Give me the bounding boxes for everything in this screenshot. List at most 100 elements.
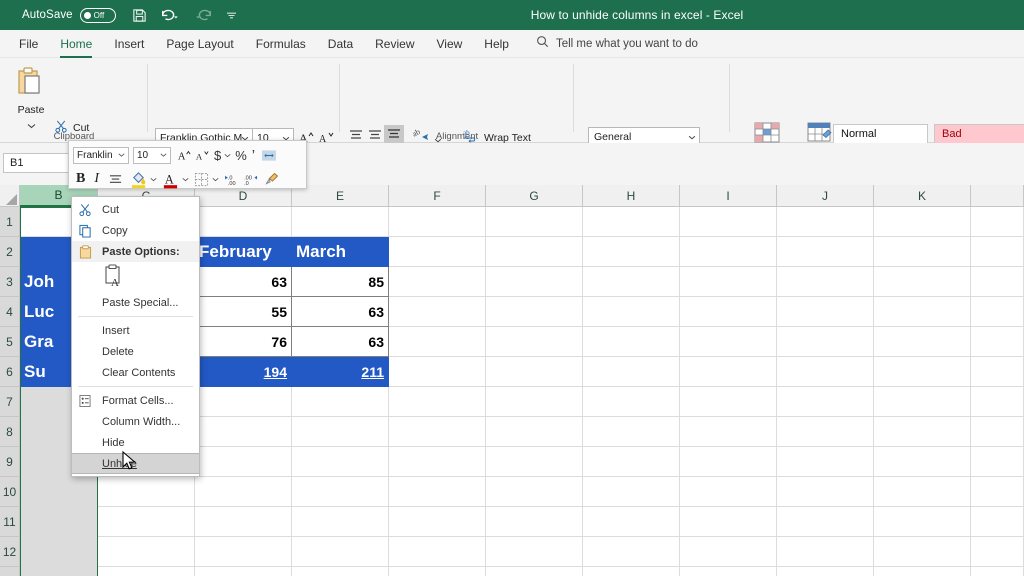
tab-formulas[interactable]: Formulas — [245, 33, 317, 55]
customize-qat-icon[interactable] — [226, 11, 237, 20]
cell-J9[interactable] — [777, 447, 874, 477]
cell-C11[interactable] — [98, 507, 195, 537]
cell-J7[interactable] — [777, 387, 874, 417]
cell-style-normal[interactable]: Normal — [833, 124, 928, 144]
cell-G5[interactable] — [486, 327, 583, 357]
cell-F6[interactable] — [389, 357, 486, 387]
cell-G1[interactable] — [486, 207, 583, 237]
cell-K4[interactable] — [874, 297, 971, 327]
row-header-4[interactable]: 4 — [0, 297, 20, 327]
cell-F12[interactable] — [389, 537, 486, 567]
cell-L9[interactable] — [971, 447, 1024, 477]
cell-B10[interactable] — [20, 477, 98, 507]
cell-D7[interactable] — [195, 387, 292, 417]
chevron-down-icon[interactable] — [182, 177, 189, 182]
tab-insert[interactable]: Insert — [103, 33, 155, 55]
context-menu-item-hide[interactable]: Hide — [72, 432, 199, 453]
cell-H10[interactable] — [583, 477, 680, 507]
cell-F5[interactable] — [389, 327, 486, 357]
context-menu-item-paste-special[interactable]: Paste Special... — [72, 292, 199, 313]
cell-K5[interactable] — [874, 327, 971, 357]
italic-icon[interactable]: I — [94, 171, 99, 187]
percent-icon[interactable]: % — [235, 148, 247, 163]
cell-H1[interactable] — [583, 207, 680, 237]
tab-view[interactable]: View — [426, 33, 474, 55]
cell-E9[interactable] — [292, 447, 389, 477]
row-header-7[interactable]: 7 — [0, 387, 20, 417]
cell-I13[interactable] — [680, 567, 777, 576]
chevron-down-icon[interactable] — [224, 153, 231, 158]
cell-I2[interactable] — [680, 237, 777, 267]
paste-button[interactable]: Paste — [8, 66, 54, 134]
cell-L1[interactable] — [971, 207, 1024, 237]
shrink-font-icon[interactable]: A — [194, 148, 210, 162]
cell-H2[interactable] — [583, 237, 680, 267]
cell-I6[interactable] — [680, 357, 777, 387]
row-header-12[interactable]: 12 — [0, 537, 20, 567]
cell-K13[interactable] — [874, 567, 971, 576]
cell-E7[interactable] — [292, 387, 389, 417]
cell-L12[interactable] — [971, 537, 1024, 567]
cell-L5[interactable] — [971, 327, 1024, 357]
currency-icon[interactable]: $ — [214, 148, 221, 163]
column-header-H[interactable]: H — [583, 185, 680, 207]
cell-F3[interactable] — [389, 267, 486, 297]
cell-B12[interactable] — [20, 537, 98, 567]
cell-L10[interactable] — [971, 477, 1024, 507]
cell-E5[interactable]: 63 — [292, 327, 389, 357]
cell-F9[interactable] — [389, 447, 486, 477]
cell-J12[interactable] — [777, 537, 874, 567]
cell-I8[interactable] — [680, 417, 777, 447]
cell-D2[interactable]: February — [195, 237, 292, 267]
cell-L3[interactable] — [971, 267, 1024, 297]
cell-K11[interactable] — [874, 507, 971, 537]
context-menu-item-delete[interactable]: Delete — [72, 341, 199, 362]
row-header-8[interactable]: 8 — [0, 417, 20, 447]
cell-H12[interactable] — [583, 537, 680, 567]
cell-I10[interactable] — [680, 477, 777, 507]
cell-I7[interactable] — [680, 387, 777, 417]
cell-H5[interactable] — [583, 327, 680, 357]
cell-H4[interactable] — [583, 297, 680, 327]
increase-decimal-icon[interactable]: .0.00 — [224, 173, 241, 186]
format-painter-icon[interactable] — [264, 172, 279, 186]
comma-icon[interactable]: ’ — [252, 147, 255, 164]
fill-color-icon[interactable] — [130, 170, 147, 189]
cell-F11[interactable] — [389, 507, 486, 537]
cell-J13[interactable] — [777, 567, 874, 576]
cell-G8[interactable] — [486, 417, 583, 447]
cell-D13[interactable] — [195, 567, 292, 576]
cell-D10[interactable] — [195, 477, 292, 507]
column-header-L[interactable] — [971, 185, 1024, 207]
row-header-6[interactable]: 6 — [0, 357, 20, 387]
cell-F1[interactable] — [389, 207, 486, 237]
cell-G13[interactable] — [486, 567, 583, 576]
autosave-control[interactable]: AutoSave Off — [22, 8, 116, 23]
cell-G2[interactable] — [486, 237, 583, 267]
cell-I9[interactable] — [680, 447, 777, 477]
tab-review[interactable]: Review — [364, 33, 425, 55]
cell-G9[interactable] — [486, 447, 583, 477]
cell-E6[interactable]: 211 — [292, 357, 389, 387]
cell-L11[interactable] — [971, 507, 1024, 537]
tab-page-layout[interactable]: Page Layout — [155, 33, 244, 55]
cell-H7[interactable] — [583, 387, 680, 417]
cell-J1[interactable] — [777, 207, 874, 237]
column-header-J[interactable]: J — [777, 185, 874, 207]
row-header-10[interactable]: 10 — [0, 477, 20, 507]
row-header-3[interactable]: 3 — [0, 267, 20, 297]
cell-I1[interactable] — [680, 207, 777, 237]
cell-K2[interactable] — [874, 237, 971, 267]
row-header-11[interactable]: 11 — [0, 507, 20, 537]
undo-icon[interactable] — [160, 8, 180, 22]
cell-H9[interactable] — [583, 447, 680, 477]
cell-B13[interactable] — [20, 567, 98, 576]
cell-C13[interactable] — [98, 567, 195, 576]
cell-E13[interactable] — [292, 567, 389, 576]
context-menu-item-cut[interactable]: Cut — [72, 199, 199, 220]
cell-I3[interactable] — [680, 267, 777, 297]
tab-data[interactable]: Data — [317, 33, 364, 55]
cell-K9[interactable] — [874, 447, 971, 477]
cell-I12[interactable] — [680, 537, 777, 567]
cell-B11[interactable] — [20, 507, 98, 537]
